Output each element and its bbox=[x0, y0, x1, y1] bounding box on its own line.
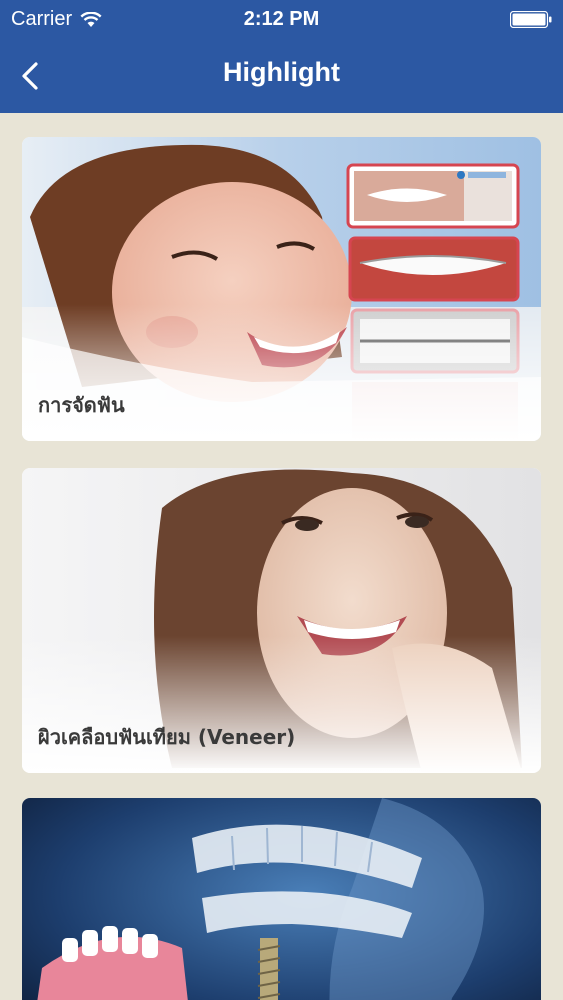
page-title: Highlight bbox=[223, 57, 340, 87]
highlight-card-veneer[interactable]: ผิวเคลือบฟันเทียม (Veneer) bbox=[22, 468, 541, 773]
status-bar: Carrier 2:12 PM bbox=[0, 0, 563, 40]
card-label-veneer: ผิวเคลือบฟันเทียม (Veneer) bbox=[38, 725, 296, 749]
status-time: 2:12 PM bbox=[243, 8, 320, 30]
app-header: Carrier 2:12 PM Highlight bbox=[0, 0, 563, 113]
battery-icon bbox=[510, 11, 552, 28]
card-label-braces: การจัดฟัน bbox=[38, 393, 125, 417]
implant-image bbox=[22, 798, 541, 1000]
navigation-bar: Highlight bbox=[0, 40, 563, 113]
highlight-card-implant[interactable] bbox=[22, 798, 541, 1000]
highlight-list[interactable]: การจัดฟัน ผิวเคลือบฟันเทียม (Veneer) bbox=[0, 113, 563, 1000]
highlight-card-braces[interactable]: การจัดฟัน bbox=[22, 137, 541, 441]
